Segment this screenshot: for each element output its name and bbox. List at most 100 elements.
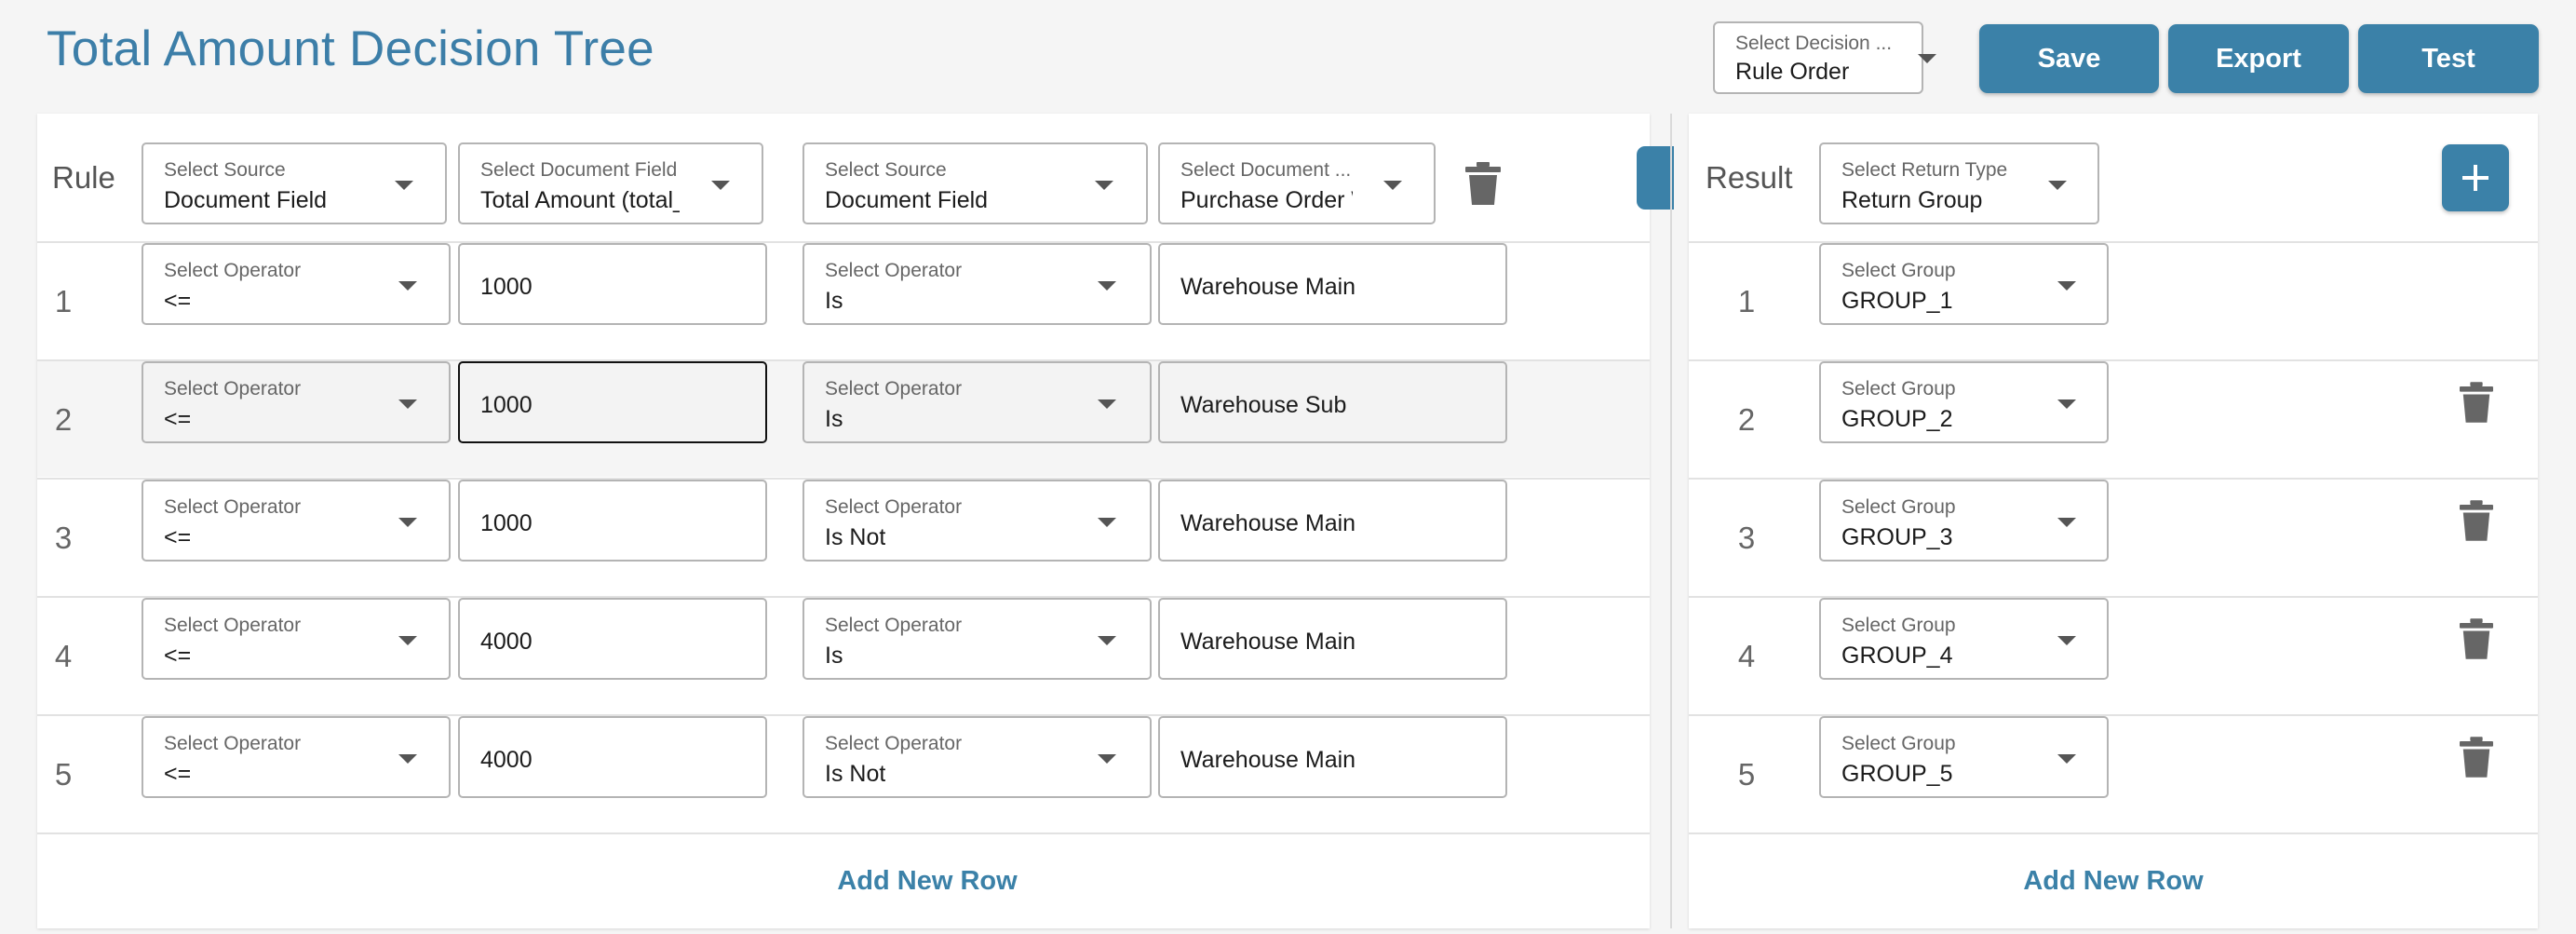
operator-select[interactable]: Select Operator Is [802,598,1152,680]
return-type-select[interactable]: Select Return Type Return Group [1819,142,2099,224]
test-button[interactable]: Test [2358,24,2539,93]
add-new-row-button[interactable]: Add New Row [788,866,1067,897]
field-value: Document Field [164,187,328,213]
field-value: Is [825,288,843,314]
amount-input[interactable]: 1000 [458,480,767,562]
trash-icon[interactable] [2460,382,2493,423]
row-number: 4 [54,639,73,673]
field-label: Select Source [825,159,947,181]
chevron-down-icon [1918,54,1936,63]
chevron-down-icon [398,754,417,764]
field-value: GROUP_4 [1841,643,1953,669]
operator-select[interactable]: Select Operator Is Not [802,716,1152,798]
row-number: 5 [54,757,73,792]
row-number: 1 [1737,284,1756,318]
row-number: 3 [1737,521,1756,555]
input-value: 1000 [480,392,533,418]
divider [1689,241,2538,243]
rule-header-label: Rule [52,160,115,195]
operator-select[interactable]: Select Operator <= [142,598,451,680]
field-label: Select Operator [825,733,963,754]
group-select[interactable]: Select Group GROUP_5 [1819,716,2109,798]
decision-select[interactable]: Select Decision ... Rule Order [1713,21,1936,94]
field-value: Total Amount (total_ [480,187,680,213]
field-value: GROUP_1 [1841,288,1953,314]
field-label: Select Operator [164,733,302,754]
chevron-down-icon [1098,281,1116,291]
input-value: 4000 [480,629,533,655]
result-panel: Result Select Return Type Return Group 1… [1689,114,2538,928]
warehouse-input[interactable]: Warehouse Main [1158,598,1507,680]
group-select[interactable]: Select Group GROUP_4 [1819,598,2109,680]
add-new-row-button[interactable]: Add New Row [1974,866,2253,897]
group-select[interactable]: Select Group GROUP_2 [1819,361,2109,443]
operator-select[interactable]: Select Operator <= [142,243,451,325]
field-value: Is [825,406,843,432]
field-label: Select Operator [825,496,963,518]
chevron-down-icon [2057,518,2076,527]
input-value: Warehouse Sub [1180,392,1347,418]
field-label: Select Group [1841,378,1956,399]
field-value: GROUP_3 [1841,524,1953,550]
field-value: <= [164,761,192,787]
field-value: GROUP_5 [1841,761,1953,787]
input-value: 1000 [480,274,533,300]
amount-input[interactable]: 1000 [458,243,767,325]
chevron-down-icon [2057,754,2076,764]
divider [37,832,1650,834]
field-value: Is Not [825,524,886,550]
group-select[interactable]: Select Group GROUP_3 [1819,480,2109,562]
export-button[interactable]: Export [2168,24,2349,93]
group-select[interactable]: Select Group GROUP_1 [1819,243,2109,325]
amount-input[interactable]: 4000 [458,716,767,798]
field-label: Select Operator [164,378,302,399]
add-result-button[interactable] [2442,144,2509,211]
document-field-select-2[interactable]: Select Document ... Purchase Order W [1158,142,1436,224]
add-column-button[interactable] [1637,146,1674,210]
operator-select[interactable]: Select Operator <= [142,480,451,562]
operator-select[interactable]: Select Operator <= [142,361,451,443]
source-select-1[interactable]: Select Source Document Field [142,142,447,224]
input-value: Warehouse Main [1180,629,1356,655]
operator-select[interactable]: Select Operator Is [802,243,1152,325]
warehouse-input[interactable]: Warehouse Main [1158,716,1507,798]
warehouse-input[interactable]: Warehouse Sub [1158,361,1507,443]
amount-input[interactable]: 1000 [458,361,767,443]
field-value: <= [164,643,192,669]
field-label: Select Return Type [1841,159,2008,181]
field-value: GROUP_2 [1841,406,1953,432]
trash-icon[interactable] [1465,162,1501,205]
trash-icon[interactable] [2460,500,2493,541]
save-button[interactable]: Save [1979,24,2159,93]
field-label: Select Operator [825,615,963,636]
field-value: Is Not [825,761,886,787]
field-value: <= [164,406,192,432]
row-number: 2 [1737,402,1756,437]
document-field-select-1[interactable]: Select Document Field Total Amount (tota… [458,142,763,224]
warehouse-input[interactable]: Warehouse Main [1158,480,1507,562]
operator-select[interactable]: Select Operator Is [802,361,1152,443]
field-label: Select Source [164,159,286,181]
field-label: Select Group [1841,615,1956,636]
field-label: Select Document Field [480,159,678,181]
source-select-2[interactable]: Select Source Document Field [802,142,1148,224]
chevron-down-icon [398,518,417,527]
trash-icon[interactable] [2460,618,2493,659]
chevron-down-icon [2048,181,2067,190]
row-number: 4 [1737,639,1756,673]
row-number: 2 [54,402,73,437]
divider [1689,714,2538,716]
warehouse-input[interactable]: Warehouse Main [1158,243,1507,325]
rules-panel: Rule Select Source Document Field Select… [37,114,1650,928]
field-label: Select Group [1841,496,1956,518]
field-label: Select Operator [825,260,963,281]
field-label: Select Operator [164,496,302,518]
trash-icon[interactable] [2460,737,2493,778]
page-title: Total Amount Decision Tree [47,21,654,76]
field-value: <= [164,524,192,550]
amount-input[interactable]: 4000 [458,598,767,680]
field-label: Select Group [1841,260,1956,281]
field-value: Return Group [1841,187,1983,213]
operator-select[interactable]: Select Operator <= [142,716,451,798]
operator-select[interactable]: Select Operator Is Not [802,480,1152,562]
